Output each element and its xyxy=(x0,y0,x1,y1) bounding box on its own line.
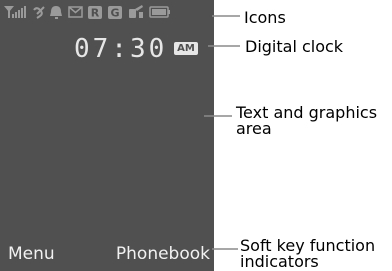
clock-callout-label: Digital clock xyxy=(245,37,344,56)
area-callout-label: Text and graphics area xyxy=(236,103,378,138)
softkey-callout-label: Soft key function indicators xyxy=(240,236,376,271)
icons-callout-label: Icons xyxy=(244,8,286,27)
